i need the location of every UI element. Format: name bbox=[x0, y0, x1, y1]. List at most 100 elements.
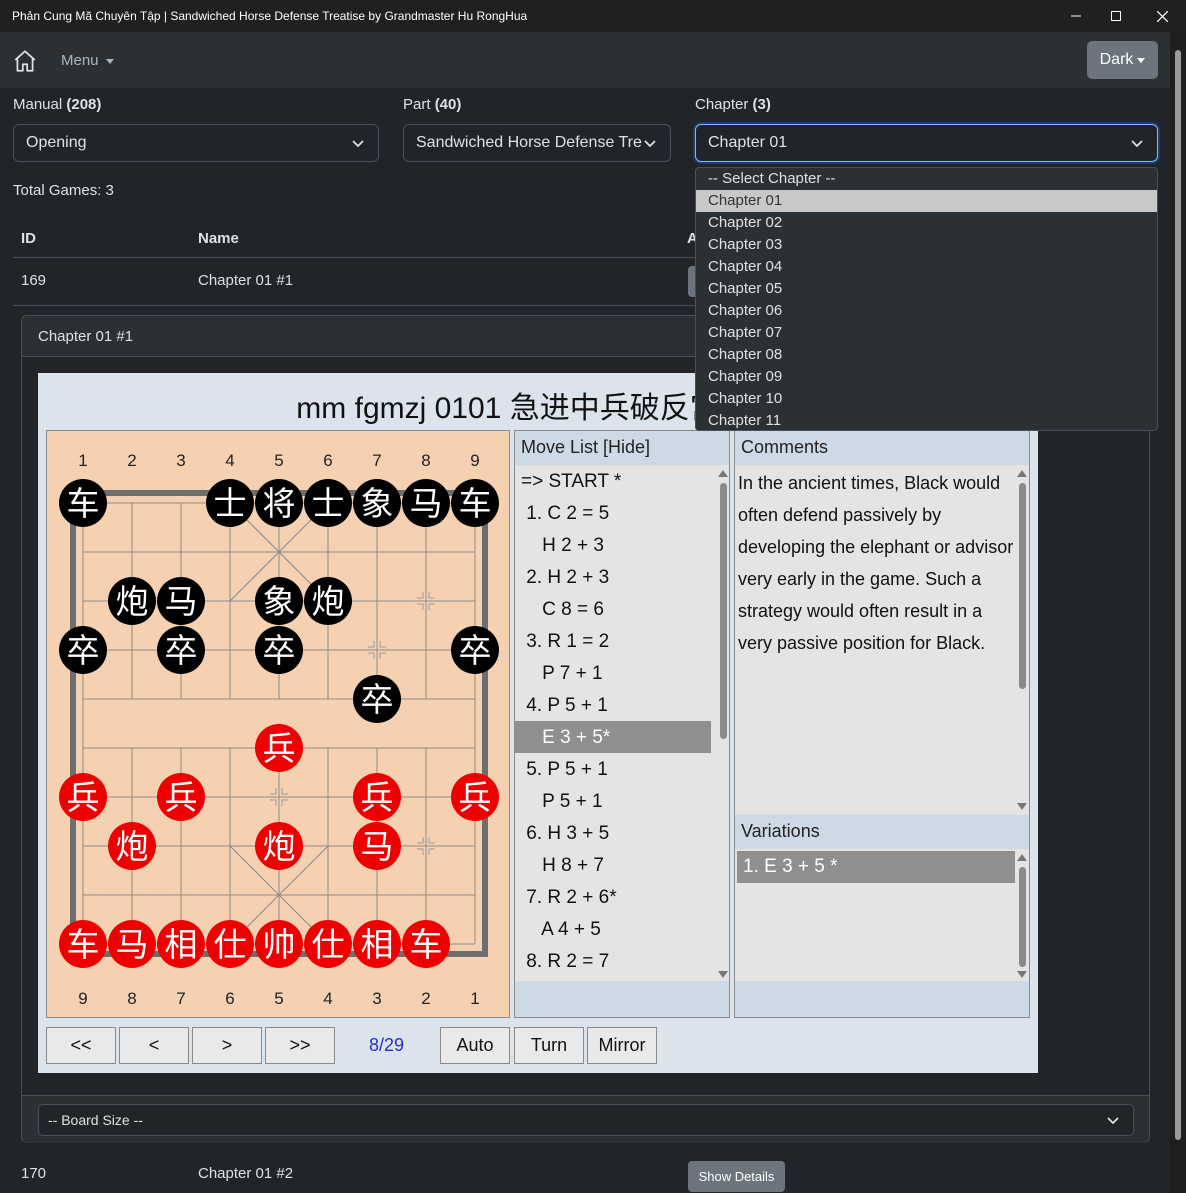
scroll-down-icon[interactable] bbox=[1017, 971, 1027, 978]
mirror-board-button[interactable]: Mirror bbox=[587, 1027, 657, 1064]
move-item[interactable]: 3. R 1 = 2 bbox=[515, 625, 711, 657]
move-item[interactable]: 1. C 2 = 5 bbox=[515, 497, 711, 529]
chapter-dropdown-list[interactable]: -- Select Chapter -- Chapter 01 Chapter 02… bbox=[695, 167, 1158, 431]
last-move-button[interactable]: >> bbox=[265, 1027, 335, 1064]
chapter-option[interactable]: Chapter 01 bbox=[696, 190, 1157, 212]
move-item[interactable]: => START * bbox=[515, 465, 711, 497]
position-marker bbox=[417, 837, 424, 844]
red-piece-glyph: 兵 bbox=[165, 778, 198, 817]
chapter-option[interactable]: Chapter 02 bbox=[696, 212, 1157, 234]
manual-label: Manual (208) bbox=[13, 96, 102, 113]
move-item[interactable]: P 7 + 1 bbox=[515, 657, 711, 689]
move-item[interactable]: 8. R 2 = 7 bbox=[515, 945, 711, 977]
red-piece-glyph: 车 bbox=[67, 925, 100, 964]
show-details-button[interactable]: Show Details bbox=[688, 1161, 785, 1192]
red-piece-glyph: 车 bbox=[410, 925, 443, 964]
move-item[interactable]: 7. R 2 + 6* bbox=[515, 881, 711, 913]
position-marker bbox=[428, 848, 435, 855]
move-item[interactable]: H 8 + 7 bbox=[515, 849, 711, 881]
file-label-bottom: 9 bbox=[78, 989, 87, 1008]
chapter-select[interactable]: Chapter 01 bbox=[695, 124, 1158, 162]
file-label-bottom: 5 bbox=[274, 989, 283, 1008]
position-marker bbox=[417, 848, 424, 855]
red-piece-glyph: 相 bbox=[361, 925, 394, 964]
chapter-option[interactable]: Chapter 03 bbox=[696, 234, 1157, 256]
file-label-top: 9 bbox=[470, 451, 479, 470]
move-item[interactable]: C 8 = 6 bbox=[515, 593, 711, 625]
chapter-option[interactable]: Chapter 05 bbox=[696, 278, 1157, 300]
move-item[interactable]: H 2 + 3 bbox=[515, 529, 711, 561]
close-icon bbox=[1156, 10, 1168, 22]
red-piece-glyph: 帅 bbox=[263, 925, 296, 964]
caret-down-icon bbox=[105, 58, 114, 64]
show-details-label: Show Details bbox=[698, 1169, 775, 1184]
move-item[interactable]: P 5 + 1 bbox=[515, 785, 711, 817]
black-piece-glyph: 将 bbox=[263, 484, 296, 523]
variations-header: Variations bbox=[735, 815, 1029, 849]
table-row[interactable]: 170 Chapter 01 #2 Show Details bbox=[13, 1153, 1158, 1193]
move-item[interactable]: E 3 + 5* bbox=[515, 721, 711, 753]
first-move-button[interactable]: << bbox=[46, 1027, 116, 1064]
board-canvas[interactable]: 1 2 3 4 5 6 7 8 99 8 7 6 5 4 3 2 1车士将士象马车炮马象炮卒卒卒卒卒兵兵兵兵兵炮… bbox=[47, 431, 511, 1019]
maximize-button[interactable] bbox=[1093, 0, 1139, 32]
manual-select[interactable]: Opening bbox=[13, 124, 379, 162]
file-label-bottom: 4 bbox=[323, 989, 332, 1008]
close-button[interactable] bbox=[1139, 0, 1185, 32]
move-item[interactable]: 2. H 2 + 3 bbox=[515, 561, 711, 593]
scroll-up-icon[interactable] bbox=[1017, 470, 1027, 477]
home-icon[interactable] bbox=[12, 48, 38, 74]
chapter-option[interactable]: Chapter 09 bbox=[696, 366, 1157, 388]
xiangqi-board[interactable]: 123456789987654321车士将士象马车炮马象炮卒卒卒卒卒兵兵兵兵兵炮… bbox=[46, 430, 510, 1018]
chapter-option[interactable]: Chapter 06 bbox=[696, 300, 1157, 322]
chapter-option[interactable]: Chapter 04 bbox=[696, 256, 1157, 278]
window-titlebar: Phản Cung Mã Chuyên Tập | Sandwiched Hor… bbox=[0, 0, 1186, 32]
move-item[interactable]: 5. P 5 + 1 bbox=[515, 753, 711, 785]
chapter-select-value: Chapter 01 bbox=[708, 134, 788, 151]
black-piece-glyph: 车 bbox=[67, 484, 100, 523]
scroll-up-icon[interactable] bbox=[718, 470, 728, 477]
variation-item[interactable]: 1. E 3 + 5 * bbox=[737, 851, 1015, 883]
card-footer: -- Board Size -- bbox=[22, 1095, 1149, 1143]
move-list-scrollbar[interactable] bbox=[717, 467, 729, 981]
comments-scroll-thumb[interactable] bbox=[1019, 483, 1026, 689]
chapter-option[interactable]: -- Select Chapter -- bbox=[696, 168, 1157, 190]
board-size-select[interactable]: -- Board Size -- bbox=[38, 1104, 1134, 1136]
next-move-button[interactable]: > bbox=[192, 1027, 262, 1064]
row-name: Chapter 01 #1 bbox=[198, 272, 294, 289]
theme-button[interactable]: Dark bbox=[1087, 41, 1158, 79]
chapter-option[interactable]: Chapter 11 bbox=[696, 410, 1157, 430]
position-marker bbox=[270, 788, 277, 795]
chapter-option[interactable]: Chapter 10 bbox=[696, 388, 1157, 410]
prev-move-button[interactable]: < bbox=[119, 1027, 189, 1064]
variations-scroll-thumb[interactable] bbox=[1019, 867, 1026, 967]
window-title: Phản Cung Mã Chuyên Tập | Sandwiched Hor… bbox=[12, 9, 528, 23]
scroll-down-icon[interactable] bbox=[718, 971, 728, 978]
black-piece-glyph: 卒 bbox=[67, 631, 100, 670]
move-counter: 8/29 bbox=[369, 1035, 405, 1055]
position-marker bbox=[379, 641, 386, 648]
chapter-option[interactable]: Chapter 07 bbox=[696, 322, 1157, 344]
scroll-down-icon[interactable] bbox=[1017, 803, 1027, 810]
move-list-header[interactable]: Move List [Hide] bbox=[515, 431, 729, 465]
chapter-option[interactable]: Chapter 08 bbox=[696, 344, 1157, 366]
auto-play-button[interactable]: Auto bbox=[440, 1027, 510, 1064]
move-item[interactable]: A 4 + 5 bbox=[515, 913, 711, 945]
page-scrollbar-thumb[interactable] bbox=[1175, 50, 1181, 1140]
move-item[interactable]: 6. H 3 + 5 bbox=[515, 817, 711, 849]
move-list-scroll-thumb[interactable] bbox=[720, 483, 727, 739]
red-piece-glyph: 兵 bbox=[459, 778, 492, 817]
chapter-label: Chapter (3) bbox=[695, 96, 771, 113]
scroll-up-icon[interactable] bbox=[1017, 854, 1027, 861]
menu-dropdown[interactable]: Menu bbox=[61, 52, 114, 69]
file-label-top: 7 bbox=[372, 451, 381, 470]
maximize-icon bbox=[1111, 11, 1121, 21]
page-scrollbar[interactable] bbox=[1170, 32, 1186, 1193]
chevron-down-icon bbox=[352, 140, 364, 148]
manual-count: (208) bbox=[66, 96, 102, 113]
file-label-bottom: 3 bbox=[372, 989, 381, 1008]
comments-scrollbar[interactable] bbox=[1016, 467, 1028, 813]
turn-board-button[interactable]: Turn bbox=[514, 1027, 584, 1064]
part-select[interactable]: Sandwiched Horse Defense Tre bbox=[403, 124, 671, 162]
variations-scrollbar[interactable] bbox=[1016, 851, 1028, 981]
move-item[interactable]: 4. P 5 + 1 bbox=[515, 689, 711, 721]
